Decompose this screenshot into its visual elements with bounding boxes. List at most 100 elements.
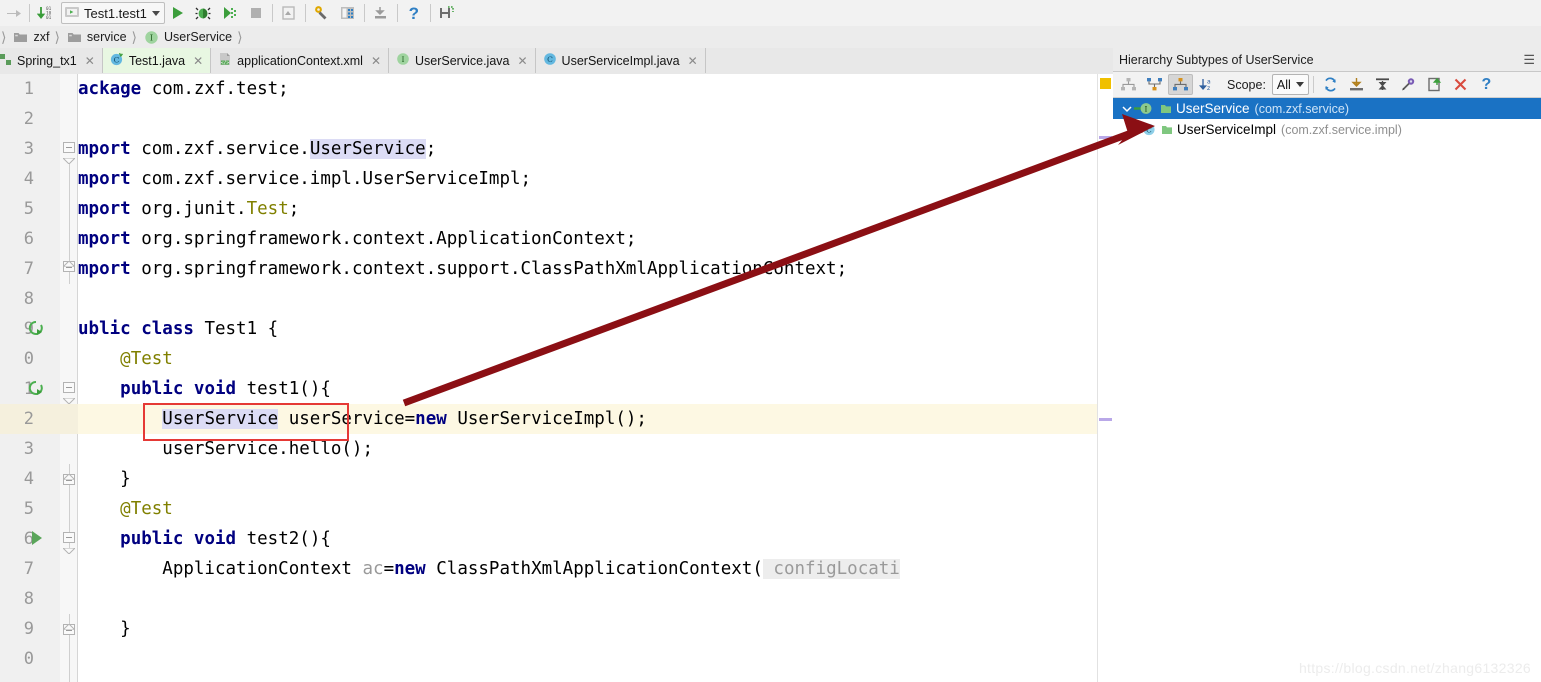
code-line: 0 @Test (0, 344, 1113, 374)
run-class-gutter-icon[interactable] (26, 319, 46, 339)
sort-alphabetically-icon[interactable]: a z (1194, 74, 1219, 95)
project-structure-icon[interactable] (335, 2, 361, 24)
package-marker-icon (1160, 102, 1172, 115)
type-hierarchy-icon[interactable] (1116, 74, 1141, 95)
chevron-down-icon[interactable] (151, 10, 160, 16)
editor-marker-strip[interactable] (1097, 74, 1113, 682)
tab-userserviceimpl-java[interactable]: C UserServiceImpl.java ✕ (535, 48, 706, 73)
tab-label: Test1.java (128, 53, 186, 68)
code-editor[interactable]: 1 ackage com.zxf.test; 2 3 mport com.zxf… (0, 74, 1114, 682)
subtypes-hierarchy-icon[interactable] (1168, 74, 1193, 95)
export-icon[interactable] (1422, 74, 1447, 95)
hierarchy-panel-title: Hierarchy Subtypes of UserService ☰ (1113, 48, 1541, 72)
svg-text:I: I (1145, 105, 1148, 114)
breadcrumb-label: zxf (33, 30, 50, 44)
forward-arrow-icon[interactable] (0, 2, 26, 24)
fold-marker-expand[interactable] (61, 470, 77, 485)
sort-numeric-icon[interactable]: 01 10 01 (33, 2, 59, 24)
fold-marker-collapse[interactable] (61, 142, 77, 165)
fold-marker-expand[interactable] (61, 259, 77, 272)
run-icon[interactable] (165, 2, 191, 24)
breadcrumb: ⟩ zxf ⟩ service ⟩ I UserService ⟩ (0, 26, 1541, 49)
svg-text:C: C (547, 55, 553, 64)
tab-spring-tx1[interactable]: Spring_tx1 ✕ (0, 48, 103, 73)
svg-text:C: C (1146, 126, 1152, 135)
code-line: 9 ublic class Test1 { (0, 314, 1113, 344)
breadcrumb-item-userservice[interactable]: I UserService (138, 26, 236, 48)
save-all-icon[interactable] (434, 2, 460, 24)
settings-wrench-icon[interactable] (309, 2, 335, 24)
chevron-down-icon[interactable] (1119, 104, 1134, 114)
close-icon[interactable]: ✕ (193, 54, 203, 68)
tree-node-userservice[interactable]: I UserService (com.zxf.service) (1113, 98, 1541, 119)
idea-window: 01 10 01 Test1.test1 ? ⟩ zxf ⟩ service ⟩… (0, 0, 1541, 682)
close-icon[interactable]: ✕ (85, 54, 95, 68)
tab-bar-empty-area (705, 48, 1113, 74)
stop-icon[interactable] (243, 2, 269, 24)
help-icon[interactable]: ? (401, 2, 427, 24)
code-line: 1 ackage com.zxf.test; (0, 74, 1113, 104)
code-line: 8 (0, 284, 1113, 314)
line-number: 7 (23, 559, 34, 579)
line-content: ApplicationContext ac=new ClassPathXmlAp… (78, 559, 900, 579)
line-number: 3 (23, 439, 34, 459)
debug-icon[interactable] (191, 2, 217, 24)
xml-spring-icon: </> (218, 52, 232, 69)
class-icon: C (543, 52, 557, 69)
usage-marker[interactable] (1099, 136, 1112, 139)
line-number: 8 (23, 589, 34, 609)
line-content: ublic class Test1 { (78, 319, 279, 339)
autoscroll-pin-icon[interactable] (1396, 74, 1421, 95)
line-number: 3 (23, 139, 34, 159)
svg-text:z: z (1207, 85, 1210, 92)
tab-label: UserService.java (415, 53, 510, 68)
fold-marker-expand[interactable] (61, 620, 77, 635)
code-line: 0 (0, 644, 1113, 674)
line-number: 0 (23, 349, 34, 369)
tab-label: Spring_tx1 (17, 53, 77, 68)
run-method-gutter-icon[interactable] (28, 529, 48, 549)
tab-userservice-java[interactable]: I UserService.java ✕ (389, 48, 536, 73)
refresh-icon[interactable] (1318, 74, 1343, 95)
open-module-settings-icon[interactable] (276, 2, 302, 24)
scope-dropdown[interactable]: All (1271, 74, 1309, 95)
line-number: 9 (23, 619, 34, 639)
close-icon[interactable]: ✕ (688, 54, 698, 68)
run-config-icon (64, 5, 80, 22)
svg-text:I: I (150, 33, 153, 42)
update-project-icon[interactable] (368, 2, 394, 24)
close-icon[interactable]: ✕ (517, 54, 527, 68)
toolbar-separator (396, 4, 398, 22)
code-line: 7 ApplicationContext ac=new ClassPathXml… (0, 554, 1113, 584)
line-content: userService.hello(); (78, 439, 374, 459)
tab-applicationcontext-xml[interactable]: </> applicationContext.xml ✕ (211, 48, 389, 73)
line-number: 8 (23, 289, 34, 309)
close-icon[interactable] (1448, 74, 1473, 95)
supertypes-hierarchy-icon[interactable] (1142, 74, 1167, 95)
breadcrumb-item-zxf[interactable]: zxf (7, 26, 53, 48)
tab-test1-java[interactable]: C Test1.java ✕ (102, 48, 212, 73)
close-icon[interactable]: ✕ (371, 54, 381, 68)
run-configuration-selector[interactable]: Test1.test1 (61, 2, 165, 24)
pin-icon[interactable]: ☰ (1523, 52, 1535, 68)
code-lines: 1 ackage com.zxf.test; 2 3 mport com.zxf… (0, 74, 1113, 682)
chevron-down-icon[interactable] (1295, 82, 1304, 87)
run-with-coverage-icon[interactable] (217, 2, 243, 24)
code-line: 8 (0, 584, 1113, 614)
line-number: 0 (23, 649, 34, 669)
expand-all-icon[interactable] (1344, 74, 1369, 95)
help-icon[interactable]: ? (1474, 74, 1499, 95)
hierarchy-toolbar-separator (1312, 76, 1314, 93)
collapse-all-icon[interactable] (1370, 74, 1395, 95)
fold-marker-collapse[interactable] (61, 382, 77, 405)
warning-marker[interactable] (1100, 78, 1111, 89)
run-method-gutter-icon[interactable] (26, 379, 46, 399)
line-content: mport org.springframework.context.suppor… (78, 259, 848, 279)
tree-node-userserviceimpl[interactable]: C UserServiceImpl (com.zxf.service.impl) (1113, 119, 1541, 140)
usage-marker[interactable] (1099, 418, 1112, 421)
package-marker-icon (1161, 123, 1173, 136)
breadcrumb-item-service[interactable]: service (61, 26, 131, 48)
fold-marker-collapse[interactable] (61, 532, 77, 555)
breadcrumb-separator: ⟩ (237, 28, 243, 45)
line-number: 1 (23, 79, 34, 99)
